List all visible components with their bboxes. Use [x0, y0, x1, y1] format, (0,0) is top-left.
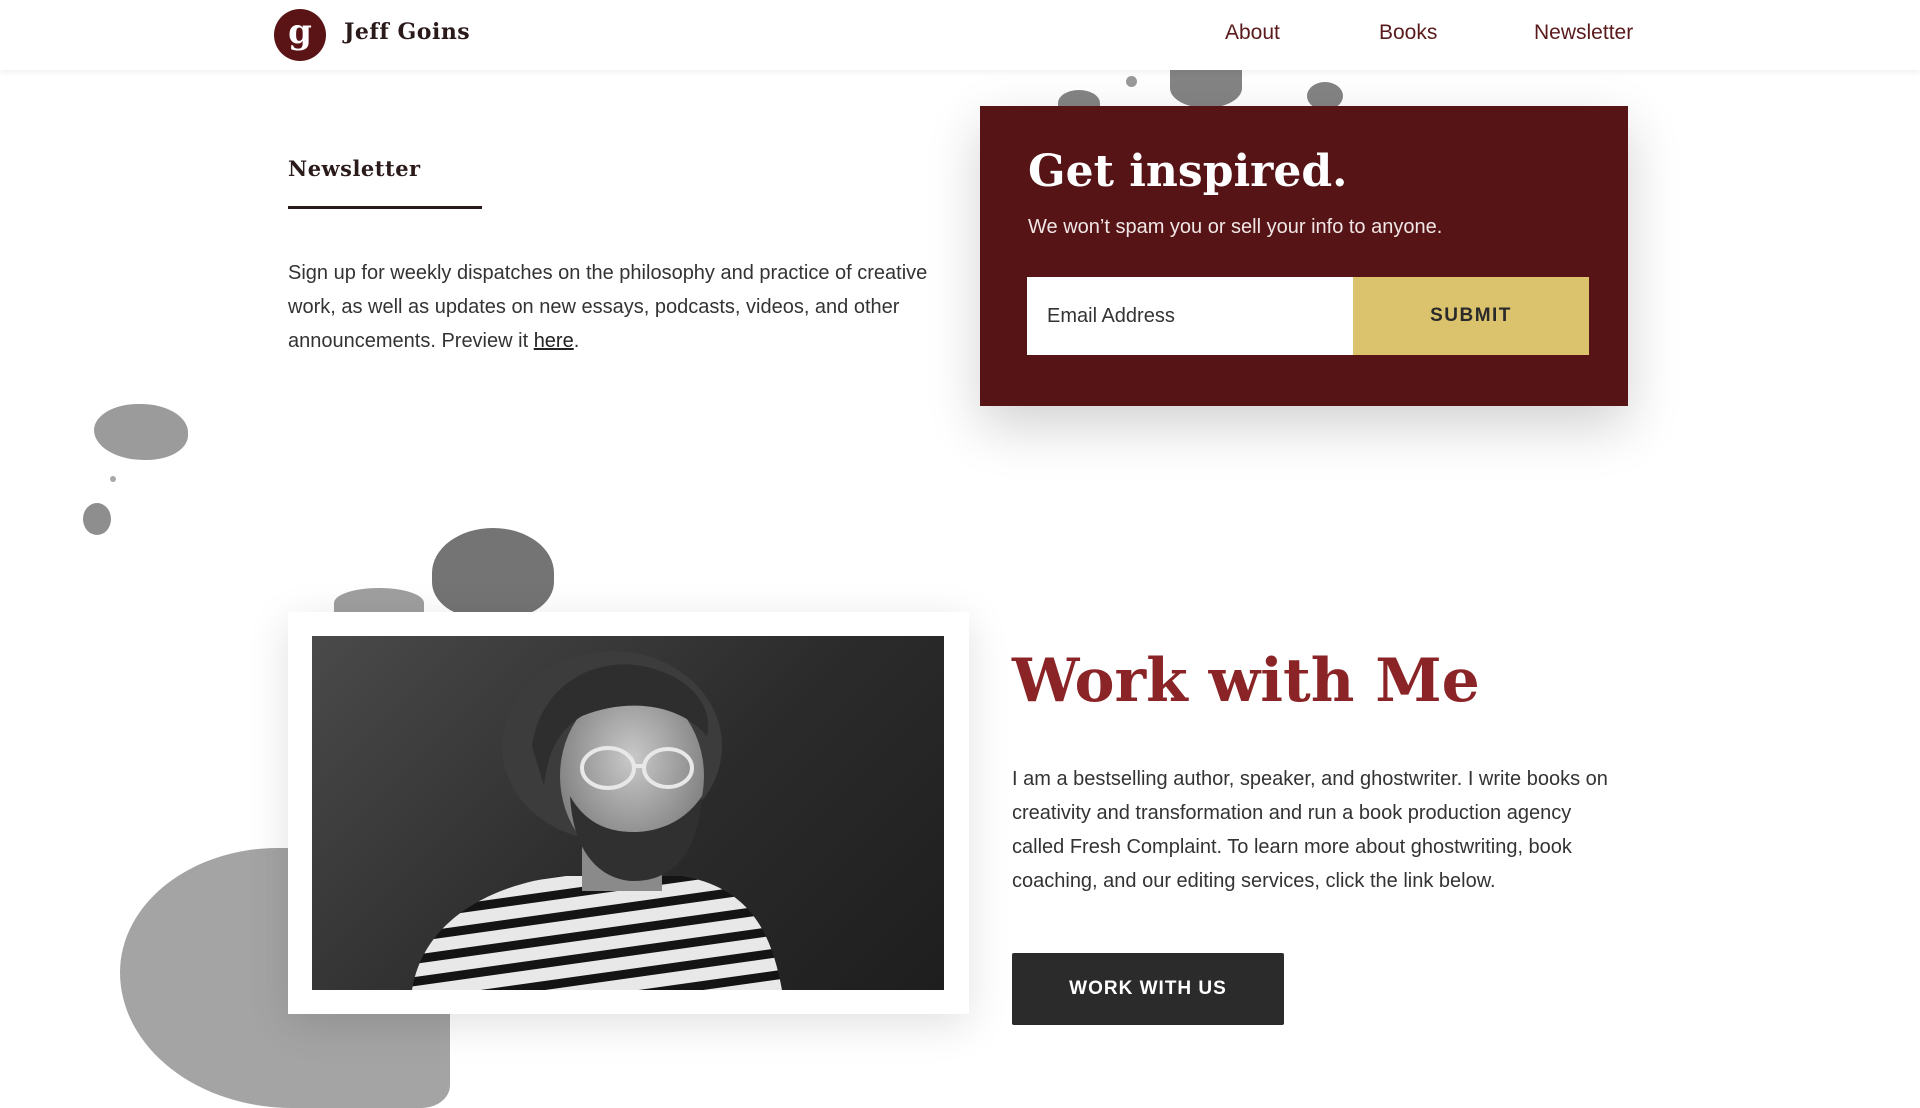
ink-splotch: [1126, 76, 1137, 87]
work-with-me-title: Work with Me: [1012, 646, 1480, 716]
preview-here-link[interactable]: here: [534, 330, 574, 352]
ink-splotch: [432, 528, 554, 618]
submit-button[interactable]: SUBMIT: [1353, 277, 1589, 355]
newsletter-heading: Newsletter: [288, 156, 421, 181]
ink-splotch: [83, 503, 111, 535]
signup-title: Get inspired.: [1028, 146, 1348, 197]
ink-splotch: [94, 404, 188, 460]
ink-splotch: [110, 476, 116, 482]
brand-name[interactable]: Jeff Goins: [344, 19, 470, 45]
newsletter-text: Sign up for weekly dispatches on the phi…: [288, 262, 928, 352]
heading-underline: [288, 206, 482, 209]
signup-subtitle: We won’t spam you or sell your info to a…: [1028, 216, 1443, 238]
ink-splotch: [1170, 68, 1242, 108]
nav-books[interactable]: Books: [1379, 21, 1437, 45]
nav-about[interactable]: About: [1225, 21, 1280, 45]
newsletter-text-end: .: [573, 330, 580, 352]
portrait-frame: [288, 612, 969, 1014]
nav-newsletter[interactable]: Newsletter: [1534, 21, 1633, 45]
newsletter-description: Sign up for weekly dispatches on the phi…: [288, 256, 948, 358]
work-description: I am a bestselling author, speaker, and …: [1012, 768, 1608, 892]
portrait-photo: [312, 636, 944, 990]
portrait-illustration: [412, 651, 782, 990]
logo-icon[interactable]: g: [274, 9, 326, 61]
email-field[interactable]: [1027, 277, 1353, 355]
site-header: g Jeff Goins About Books Newsletter: [0, 0, 1920, 70]
signup-box: Get inspired. We won’t spam you or sell …: [980, 106, 1628, 406]
work-with-us-button[interactable]: WORK WITH US: [1012, 953, 1284, 1025]
